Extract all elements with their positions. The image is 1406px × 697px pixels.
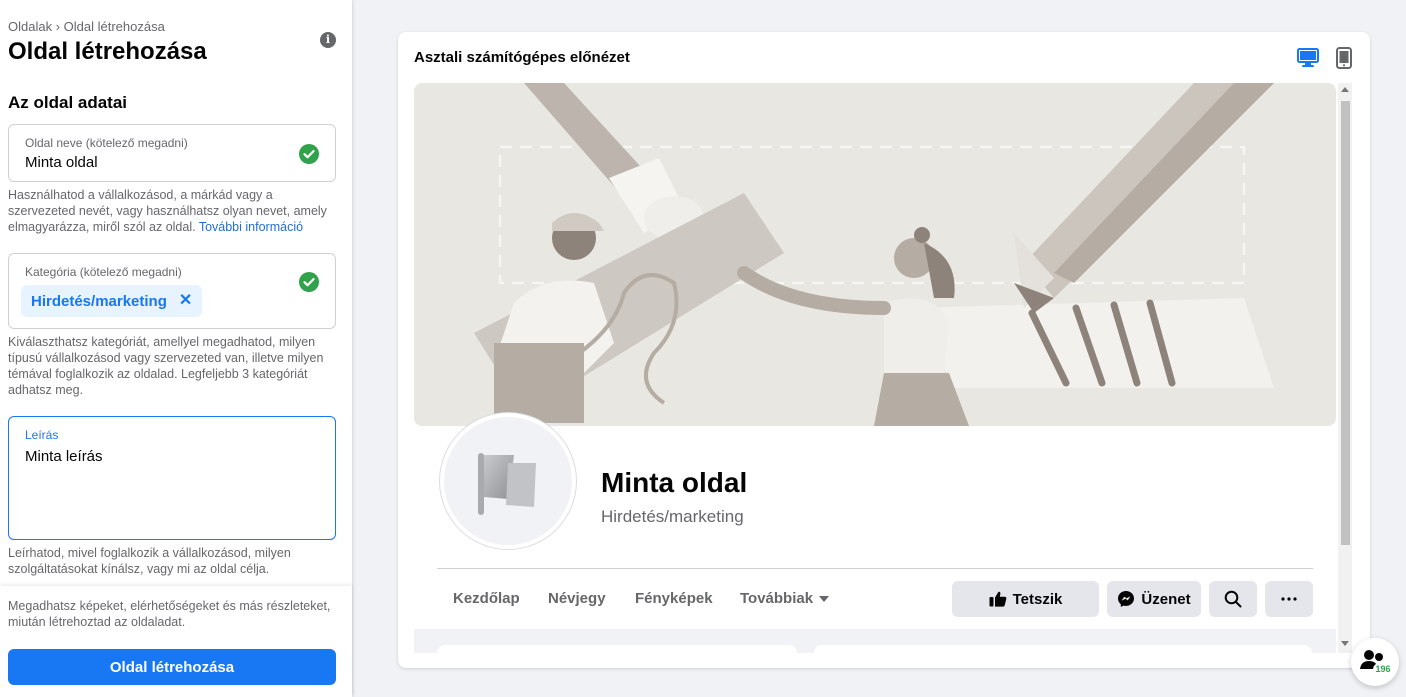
page-name-label: Oldal neve (kötelező megadni): [25, 136, 188, 150]
message-button-label: Üzenet: [1141, 590, 1191, 608]
page-title: Oldal létrehozása: [8, 38, 207, 65]
category-chip-label: Hirdetés/marketing: [31, 292, 167, 310]
form-footer: Megadhatsz képeket, elérhetőségeket és m…: [0, 586, 352, 697]
form-scroll-area: Oldalak › Oldal létrehozása Oldal létreh…: [0, 0, 352, 586]
more-info-link[interactable]: További információ: [199, 220, 303, 234]
category-field[interactable]: Kategória (kötelező megadni) Hirdetés/ma…: [8, 253, 336, 329]
profile-picture: [440, 413, 576, 549]
close-icon[interactable]: ✕: [179, 293, 192, 309]
category-helper: Kiválaszthatsz kategóriát, amellyel mega…: [8, 335, 324, 397]
thumbs-up-icon: [989, 591, 1006, 607]
desktop-icon[interactable]: [1297, 48, 1319, 73]
tab-about[interactable]: Névjegy: [548, 590, 606, 607]
description-helper: Leírhatod, mivel foglalkozik a vállalkoz…: [8, 546, 291, 576]
like-button-label: Tetszik: [1012, 590, 1063, 608]
feed-card-left: [437, 645, 797, 653]
search-icon: [1224, 590, 1242, 608]
desktop-preview-card: Asztali számítógépes előnézet Minta olda…: [398, 32, 1370, 668]
preview-scrollbar[interactable]: [1338, 83, 1352, 653]
notification-count-badge: 196: [1373, 663, 1393, 676]
check-circle-icon: [299, 144, 319, 164]
category-label: Kategória (kötelező megadni): [25, 265, 182, 279]
feed-card-right: [814, 645, 1312, 653]
flag-icon: [478, 453, 536, 515]
check-circle-icon: [299, 272, 319, 292]
more-icon: [1281, 597, 1297, 601]
search-button[interactable]: [1209, 581, 1257, 617]
preview-page-name: Minta oldal: [601, 467, 748, 498]
category-chip: Hirdetés/marketing ✕: [21, 285, 203, 317]
message-button[interactable]: Üzenet: [1107, 581, 1201, 617]
page-name-helper: Használhatod a vállalkozásod, a márkád v…: [8, 188, 327, 234]
description-field[interactable]: Leírás Minta leírás: [8, 416, 336, 540]
people-icon: [1360, 650, 1383, 669]
create-page-button[interactable]: Oldal létrehozása: [8, 649, 336, 685]
mobile-icon[interactable]: [1336, 47, 1352, 74]
more-options-button[interactable]: [1265, 581, 1313, 617]
preview-title: Asztali számítógépes előnézet: [414, 49, 630, 66]
contacts-button[interactable]: 196: [1351, 638, 1399, 686]
description-label: Leírás: [25, 428, 59, 442]
preview-frame: Minta oldal Hirdetés/marketing Kezdőlap …: [414, 83, 1352, 653]
page-name-input[interactable]: Minta oldal: [25, 154, 98, 171]
create-page-panel: Oldalak › Oldal létrehozása Oldal létreh…: [0, 0, 352, 697]
like-button[interactable]: Tetszik: [952, 581, 1099, 617]
divider: [437, 568, 1313, 569]
page-name-field[interactable]: Oldal neve (kötelező megadni) Minta olda…: [8, 124, 336, 182]
breadcrumb[interactable]: Oldalak › Oldal létrehozása: [8, 19, 165, 34]
tab-home[interactable]: Kezdőlap: [453, 590, 520, 607]
scroll-thumb[interactable]: [1341, 101, 1350, 545]
footer-text: Megadhatsz képeket, elérhetőségeket és m…: [8, 599, 331, 629]
section-title: Az oldal adatai: [8, 93, 128, 112]
info-icon[interactable]: i: [320, 32, 336, 48]
cover-photo: [414, 83, 1336, 426]
messenger-icon: [1118, 591, 1135, 607]
tab-photos[interactable]: Fényképek: [635, 590, 713, 607]
scroll-up-arrow-icon[interactable]: [1341, 87, 1349, 92]
preview-page-category: Hirdetés/marketing: [601, 507, 744, 526]
scroll-down-arrow-icon[interactable]: [1341, 641, 1349, 646]
description-input[interactable]: Minta leírás: [25, 448, 103, 465]
tab-more-label: Továbbiak: [740, 590, 814, 607]
caret-down-icon: [819, 596, 830, 603]
tab-more[interactable]: Továbbiak: [740, 590, 830, 607]
